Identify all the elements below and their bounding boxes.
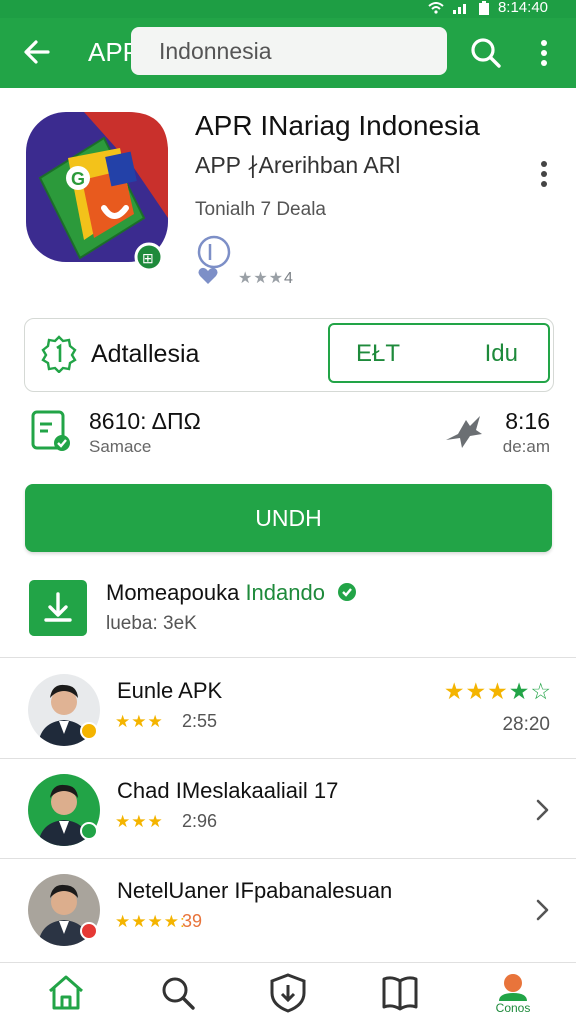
chevron-right-icon[interactable] bbox=[530, 896, 554, 924]
divider bbox=[0, 657, 576, 658]
review-stars: ★★★ bbox=[115, 712, 164, 731]
review-score: 2:96 bbox=[182, 811, 218, 831]
more-vertical-icon[interactable] bbox=[534, 158, 554, 190]
install-card-label: Adtallesia bbox=[91, 340, 200, 368]
divider bbox=[0, 758, 576, 759]
list-item[interactable]: NetelUaner IFpabanalesuan ★★★★: 39 bbox=[0, 860, 576, 958]
bird-icon bbox=[446, 416, 482, 448]
book-icon[interactable] bbox=[378, 971, 422, 1015]
download-shield-icon[interactable] bbox=[266, 971, 310, 1015]
review-stars: ★★★★: bbox=[115, 912, 186, 931]
status-badge bbox=[80, 722, 98, 740]
download-subtitle: lueba: 3eK bbox=[106, 613, 197, 634]
app-rating: ★★★4 bbox=[238, 270, 294, 287]
review-stars: ★★★ bbox=[115, 812, 164, 831]
reviewer-name: Eunle APK bbox=[117, 678, 223, 703]
review-score: 39 bbox=[182, 911, 203, 931]
stat-left-label: Samace bbox=[89, 437, 152, 456]
install-button[interactable]: UNDH bbox=[25, 484, 552, 552]
reviewer-name: NetelUaner IFpabanalesuan bbox=[117, 878, 393, 903]
top-app-bar: APP bbox=[0, 18, 576, 88]
device-check-icon bbox=[31, 410, 70, 451]
more-vertical-icon[interactable] bbox=[530, 35, 558, 71]
review-time: 28:20 bbox=[502, 714, 550, 735]
rating-stars-display: ★★★★☆ bbox=[443, 678, 552, 704]
bottom-nav-active-label[interactable]: Conos bbox=[490, 1001, 536, 1015]
svg-text:G: G bbox=[71, 169, 85, 189]
home-icon[interactable] bbox=[44, 971, 88, 1015]
list-item[interactable]: Eunle APK ★★★ 2:55 ★★★★☆ 28:20 bbox=[0, 660, 576, 758]
split-toggle-button[interactable]: EŁT Idu bbox=[328, 323, 550, 383]
split-right-option[interactable]: Idu bbox=[485, 340, 518, 368]
signal-icon bbox=[452, 3, 466, 14]
status-badge bbox=[80, 822, 98, 840]
search-icon[interactable] bbox=[156, 971, 200, 1015]
app-logo-icon: G ⊞ bbox=[26, 112, 168, 272]
divider bbox=[0, 858, 576, 859]
rating-count: 4 bbox=[284, 270, 294, 287]
stat-left-value: 8610: ΔΠΩ bbox=[89, 408, 201, 434]
app-meta-text: Tonialh 7 Deala bbox=[195, 199, 326, 220]
shield-badge-icon bbox=[41, 335, 77, 373]
wifi-icon bbox=[428, 1, 444, 14]
list-item[interactable]: Chad IMeslakaaliail 17 ★★★ 2:96 bbox=[0, 760, 576, 858]
arrow-left-icon[interactable] bbox=[20, 35, 54, 69]
battery-icon bbox=[478, 0, 489, 15]
stat-right-label: de:am bbox=[502, 437, 550, 456]
bottom-navigation: Conos bbox=[0, 962, 576, 1024]
status-bar: 8:14:40 bbox=[0, 0, 576, 18]
app-title: APR INariag Indonesia bbox=[195, 110, 480, 141]
reviewer-name: Chad IMeslakaaliail 17 bbox=[117, 778, 339, 803]
search-icon[interactable] bbox=[468, 35, 504, 71]
install-options-card: Adtallesia EŁT Idu bbox=[24, 318, 554, 392]
download-title-main: Momeapouka bbox=[106, 580, 240, 605]
app-developer[interactable]: APP ∤Arerihban ARl bbox=[195, 152, 400, 179]
status-badge bbox=[80, 922, 98, 940]
search-field[interactable] bbox=[131, 27, 447, 75]
svg-text:⊞: ⊞ bbox=[142, 250, 154, 266]
status-time: 8:14:40 bbox=[497, 0, 548, 16]
split-left-option[interactable]: EŁT bbox=[356, 340, 400, 368]
download-icon[interactable] bbox=[29, 580, 87, 636]
search-input[interactable] bbox=[131, 27, 447, 75]
chevron-right-icon[interactable] bbox=[530, 796, 554, 824]
heart-icon bbox=[198, 267, 218, 284]
info-circle-icon bbox=[197, 235, 231, 269]
verified-check-icon bbox=[338, 583, 357, 601]
stat-right-value: 8:16 bbox=[505, 408, 550, 434]
download-title: Momeapouka Indando bbox=[106, 580, 357, 606]
review-score: 2:55 bbox=[182, 711, 218, 731]
download-title-accent: Indando bbox=[245, 580, 325, 605]
